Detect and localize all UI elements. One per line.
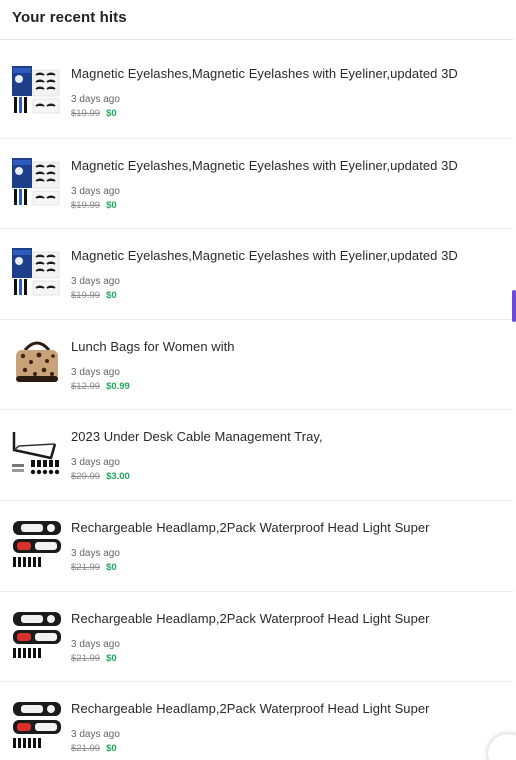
cable-tray-image xyxy=(11,426,63,478)
list-item[interactable]: Lunch Bags for Women with 3 days ago $12… xyxy=(0,318,513,410)
headlamp-image xyxy=(11,698,63,750)
item-time: 3 days ago xyxy=(71,185,120,197)
new-price: $0 xyxy=(106,290,117,302)
old-price: $21.99 xyxy=(71,743,101,755)
recent-hits-panel: Your recent hits Magnetic Eyelashes,Magn… xyxy=(0,0,513,760)
eyelashes-kit-image xyxy=(11,155,63,207)
headlamp-image xyxy=(11,517,63,569)
item-time: 3 days ago xyxy=(71,94,120,105)
item-prices: $29.99 $3.00 xyxy=(71,471,130,482)
new-price: $3.00 xyxy=(106,471,130,483)
list-item[interactable]: Magnetic Eyelashes,Magnetic Eyelashes wi… xyxy=(0,228,513,319)
new-price: $0 xyxy=(106,652,117,664)
old-price: $19.99 xyxy=(71,290,101,302)
item-time: 3 days ago xyxy=(71,547,120,559)
old-price: $21.99 xyxy=(71,561,101,573)
item-time: 3 days ago xyxy=(71,457,120,469)
item-time: 3 days ago xyxy=(71,638,120,650)
item-time: 3 days ago xyxy=(71,366,120,378)
scrollbar-thumb[interactable] xyxy=(512,290,516,322)
item-prices: $19.99 $0 xyxy=(71,200,117,211)
new-price: $0 xyxy=(106,743,117,755)
item-prices: $12.99 $0.99 xyxy=(71,381,130,392)
item-title[interactable]: Magnetic Eyelashes,Magnetic Eyelashes wi… xyxy=(71,248,458,263)
item-title[interactable]: 2023 Under Desk Cable Management Tray, xyxy=(71,429,323,444)
item-title[interactable]: Rechargeable Headlamp,2Pack Waterproof H… xyxy=(71,520,430,535)
list-item[interactable]: Magnetic Eyelashes,Magnetic Eyelashes wi… xyxy=(0,137,513,229)
list-item[interactable]: Rechargeable Headlamp,2Pack Waterproof H… xyxy=(0,681,513,760)
list-item[interactable]: Rechargeable Headlamp,2Pack Waterproof H… xyxy=(0,590,513,682)
item-title[interactable]: Lunch Bags for Women with xyxy=(71,339,235,354)
new-price: $0.99 xyxy=(106,380,130,392)
list-item[interactable]: 2023 Under Desk Cable Management Tray, 3… xyxy=(0,409,513,500)
old-price: $21.99 xyxy=(71,652,101,664)
old-price: $12.99 xyxy=(71,380,101,392)
list-item[interactable]: Magnetic Eyelashes,Magnetic Eyelashes wi… xyxy=(0,47,513,138)
eyelashes-kit-image xyxy=(11,63,63,115)
item-prices: $19.99 $0 xyxy=(71,108,117,119)
item-time: 3 days ago xyxy=(71,276,120,288)
headlamp-image xyxy=(11,608,63,660)
new-price: $0 xyxy=(106,561,117,573)
recent-hits-list: Magnetic Eyelashes,Magnetic Eyelashes wi… xyxy=(0,47,513,760)
old-price: $29.99 xyxy=(71,471,101,483)
list-item[interactable]: Rechargeable Headlamp,2Pack Waterproof H… xyxy=(0,499,513,591)
eyelashes-kit-image xyxy=(11,245,63,297)
panel-title: Your recent hits xyxy=(12,9,127,26)
item-title[interactable]: Magnetic Eyelashes,Magnetic Eyelashes wi… xyxy=(71,66,458,81)
item-prices: $19.99 $0 xyxy=(71,290,117,301)
item-title[interactable]: Magnetic Eyelashes,Magnetic Eyelashes wi… xyxy=(71,158,458,173)
leopard-lunch-bag-image xyxy=(11,336,63,388)
item-prices: $21.99 $0 xyxy=(71,653,117,664)
item-time: 3 days ago xyxy=(71,729,120,741)
old-price: $19.99 xyxy=(71,199,101,211)
item-prices: $21.99 $0 xyxy=(71,743,117,754)
panel-header: Your recent hits xyxy=(0,0,513,40)
new-price: $0 xyxy=(106,108,117,119)
item-prices: $21.99 $0 xyxy=(71,562,117,573)
old-price: $19.99 xyxy=(71,108,101,119)
item-title[interactable]: Rechargeable Headlamp,2Pack Waterproof H… xyxy=(71,701,430,716)
item-title[interactable]: Rechargeable Headlamp,2Pack Waterproof H… xyxy=(71,611,430,626)
new-price: $0 xyxy=(106,199,117,211)
